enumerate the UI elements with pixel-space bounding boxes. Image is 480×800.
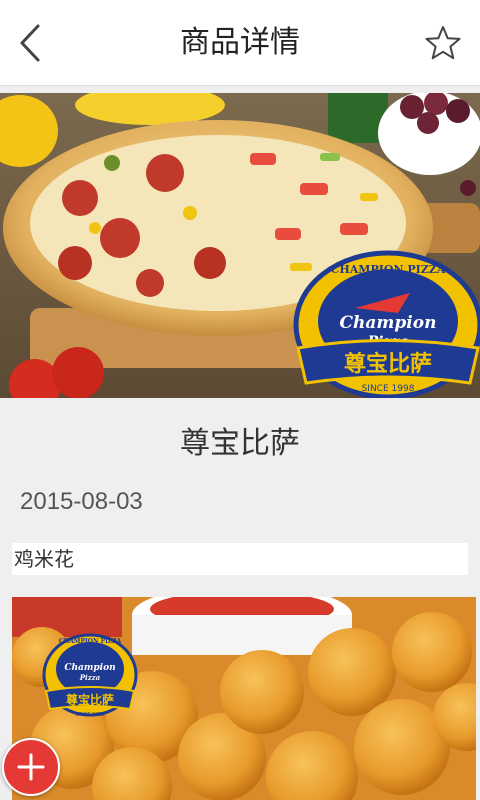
pizza-photo: CHAMPION PIZZA Champion Pizza 尊宝比萨 SINCE… — [0, 93, 480, 398]
product-name: 鸡米花 — [12, 543, 468, 575]
top-app-bar: 商品详情 — [0, 0, 480, 86]
product-image: CHAMPION PIZZA Champion Pizza 尊宝比萨 SINCE… — [12, 597, 476, 800]
svg-text:Pizza: Pizza — [79, 673, 101, 682]
svg-text:SINCE 1998: SINCE 1998 — [75, 712, 104, 718]
hero-image: CHAMPION PIZZA Champion Pizza 尊宝比萨 SINCE… — [0, 93, 480, 398]
favorite-button[interactable] — [424, 24, 462, 62]
svg-text:Champion: Champion — [340, 313, 437, 333]
chevron-left-icon — [20, 24, 40, 62]
svg-text:CHAMPION PIZZA: CHAMPION PIZZA — [59, 638, 122, 645]
plus-icon — [17, 753, 45, 781]
champion-pizza-logo: CHAMPION PIZZA Champion Pizza 尊宝比萨 SINCE… — [293, 250, 480, 398]
svg-text:CHAMPION PIZZA: CHAMPION PIZZA — [331, 263, 446, 276]
svg-text:尊宝比萨: 尊宝比萨 — [66, 692, 114, 707]
svg-text:尊宝比萨: 尊宝比萨 — [344, 351, 432, 377]
page-title: 商品详情 — [180, 25, 300, 60]
shop-name: 尊宝比萨 — [180, 426, 300, 461]
post-date: 2015-08-03 — [20, 488, 143, 515]
add-button[interactable] — [2, 738, 60, 796]
champion-pizza-logo-small: CHAMPION PIZZA Champion Pizza 尊宝比萨 SINCE… — [42, 633, 138, 718]
svg-text:SINCE 1998: SINCE 1998 — [362, 384, 415, 394]
svg-text:Champion: Champion — [64, 663, 115, 673]
popcorn-chicken-photo: CHAMPION PIZZA Champion Pizza 尊宝比萨 SINCE… — [12, 597, 476, 800]
back-button[interactable] — [12, 20, 52, 66]
star-outline-icon — [425, 26, 461, 60]
